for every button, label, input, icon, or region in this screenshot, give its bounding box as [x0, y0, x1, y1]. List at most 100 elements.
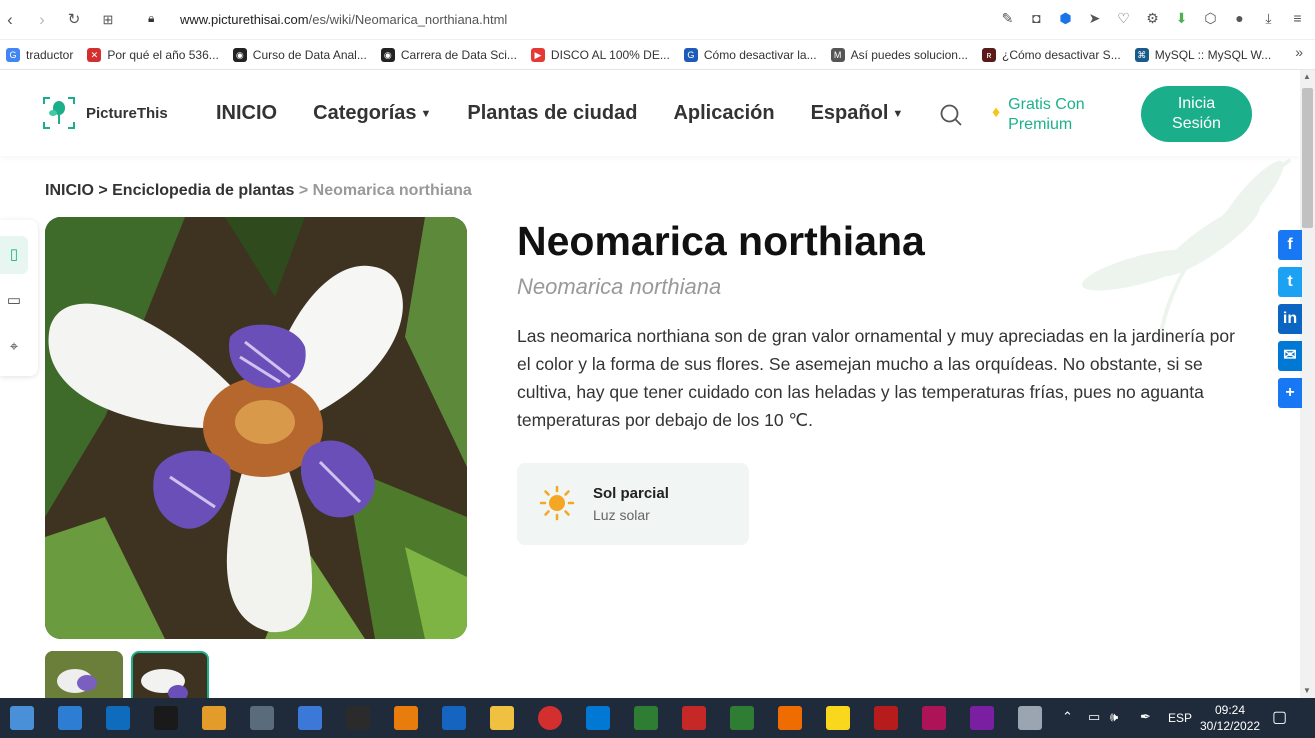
grid-icon[interactable]: ⊞ [98, 10, 118, 30]
scroll-up-icon[interactable]: ▲ [1303, 72, 1311, 81]
search-icon[interactable] [940, 104, 962, 126]
heart-icon[interactable]: ♡ [1114, 9, 1133, 28]
breadcrumb-section[interactable]: Enciclopedia de plantas [112, 182, 294, 199]
nav-idioma-label: Español [810, 102, 889, 124]
bookmark-favicon-icon: ◉ [232, 47, 247, 62]
opera-icon[interactable] [538, 706, 562, 730]
explorer-icon[interactable] [58, 706, 82, 730]
extensions-icon[interactable]: ⚙ [1143, 9, 1162, 28]
star-app-icon[interactable] [154, 706, 178, 730]
email-share-icon[interactable]: ✉ [1278, 341, 1302, 371]
outlook-icon[interactable] [106, 706, 130, 730]
filezilla-icon[interactable] [682, 706, 706, 730]
file-explorer-icon[interactable] [490, 706, 514, 730]
language-indicator[interactable]: ESP [1168, 711, 1192, 725]
info-tool-icon[interactable]: ▯ [0, 236, 28, 274]
mongodb-icon[interactable] [730, 706, 754, 730]
breadcrumb-current: Neomarica northiana [312, 182, 472, 199]
sublime-icon[interactable] [778, 706, 802, 730]
camera-app-icon[interactable] [250, 706, 274, 730]
browser-toolbar: ‹ › ↻ ⊞ 🔒︎ www.picturethisai.com/es/wiki… [0, 0, 1315, 40]
start-icon[interactable] [10, 706, 34, 730]
cube-icon[interactable]: ⬡ [1201, 9, 1220, 28]
pen-icon[interactable]: ✒ [1140, 709, 1151, 725]
breadcrumb-separator: > [93, 182, 113, 199]
address-bar[interactable]: www.picturethisai.com/es/wiki/Neomarica_… [180, 12, 507, 27]
tray-chevron-icon[interactable]: ⌃ [1062, 709, 1073, 725]
h-app-icon[interactable] [442, 706, 466, 730]
premium-line1: Gratis Con [1008, 96, 1085, 113]
clock[interactable]: 09:24 30/12/2022 [1200, 702, 1260, 734]
puzzle-icon[interactable] [874, 706, 898, 730]
care-sublabel: Luz solar [593, 507, 650, 523]
bookmark-item[interactable]: Gtraductor [6, 47, 74, 62]
nav-plantas-de-ciudad[interactable]: Plantas de ciudad [467, 102, 637, 125]
nav-idioma[interactable]: Español ▼ [811, 102, 904, 125]
scroll-down-icon[interactable]: ▼ [1303, 686, 1311, 695]
bookmark-item[interactable]: ◉ Carrera de Data Sci... [380, 47, 517, 62]
url-domain: www.picturethisai.com [180, 12, 309, 27]
vscode-icon[interactable] [586, 706, 610, 730]
notifications-icon[interactable]: ▢ [1272, 707, 1287, 727]
ubuntu-icon[interactable] [394, 706, 418, 730]
nav-aplicacion[interactable]: Aplicación [673, 102, 774, 125]
facebook-share-icon[interactable]: f [1278, 230, 1302, 260]
bookmark-item[interactable]: ◉ Curso de Data Anal... [232, 47, 367, 62]
login-line2: Sesión [1172, 115, 1221, 132]
volume-icon[interactable]: 🕪︎ [1110, 709, 1118, 725]
map-tool-icon[interactable]: ⌖ [0, 328, 28, 366]
nav-categorias[interactable]: Categorías ▼ [313, 102, 431, 125]
spreadsheet-icon[interactable] [634, 706, 658, 730]
bookmark-label: Carrera de Data Sci... [400, 47, 517, 62]
bookmark-item[interactable]: M Así puedes solucion... [830, 47, 968, 62]
menu-icon[interactable]: ≡ [1288, 9, 1307, 28]
palette-icon[interactable] [922, 706, 946, 730]
bookmark-label: traductor [26, 47, 74, 62]
nav-inicio[interactable]: INICIO [216, 102, 277, 125]
bookmark-item[interactable]: G Cómo desactivar la... [683, 47, 817, 62]
page-scrollbar[interactable]: ▲ ▼ [1300, 70, 1315, 698]
camera-icon[interactable]: ◘ [1027, 9, 1046, 28]
premium-link[interactable]: ♦ Gratis Con Premium [992, 95, 1085, 135]
breadcrumb-home[interactable]: INICIO [45, 182, 94, 199]
terminal-icon[interactable] [346, 706, 370, 730]
logo[interactable]: PictureThis [42, 96, 168, 130]
bookmarks-more-icon[interactable]: » [1295, 44, 1303, 60]
calculator-icon[interactable] [298, 706, 322, 730]
windows-taskbar: ⌃ ▭ 🕪︎ ✒ ESP 09:24 30/12/2022 ▢ [0, 698, 1315, 738]
settings-icon[interactable] [1018, 706, 1042, 730]
share-share-icon[interactable]: + [1278, 378, 1302, 408]
plant-photo[interactable] [45, 217, 467, 639]
color-app-icon[interactable] [970, 706, 994, 730]
linkedin-share-icon[interactable]: in [1278, 304, 1302, 334]
bookmarks-app-icon[interactable] [826, 706, 850, 730]
bookmark-item[interactable]: ⌘ MySQL :: MySQL W... [1134, 47, 1271, 62]
plant-title: Neomarica northiana [517, 218, 925, 264]
reload-icon[interactable]: ↻ [64, 10, 84, 30]
care-card-sunlight: Sol parcial Luz solar [517, 463, 749, 545]
download-icon[interactable]: ⤓ [1259, 9, 1278, 28]
battery-icon[interactable]: ▭ [1088, 709, 1100, 725]
care-tool-icon[interactable]: ▭ [0, 282, 28, 320]
scrollbar-thumb[interactable] [1302, 88, 1313, 228]
lock-icon[interactable]: 🔒︎ [148, 11, 154, 26]
bookmark-label: DISCO AL 100% DE... [550, 47, 670, 62]
edit-icon[interactable]: ✎ [998, 9, 1017, 28]
login-button[interactable]: Inicia Sesión [1141, 86, 1252, 142]
forward-icon[interactable]: › [32, 10, 52, 30]
shield-icon[interactable]: ⬢ [1056, 9, 1075, 28]
bookmark-item[interactable]: ▶ DISCO AL 100% DE... [530, 47, 670, 62]
bookmark-item[interactable]: ʀ ¿Cómo desactivar S... [981, 47, 1121, 62]
back-icon[interactable]: ‹ [0, 10, 20, 30]
download-green-icon[interactable]: ⬇ [1172, 9, 1191, 28]
send-icon[interactable]: ➤ [1085, 9, 1104, 28]
thumbnail-selected[interactable] [131, 651, 209, 701]
bookmark-favicon-icon: ▶ [530, 47, 545, 62]
twitter-share-icon[interactable]: t [1278, 267, 1302, 297]
bookmark-item[interactable]: ✕ Por qué el año 536... [87, 47, 219, 62]
breadcrumb-separator: > [294, 182, 313, 199]
thumbnail[interactable] [45, 651, 123, 701]
care-label: Sol parcial [593, 485, 669, 502]
avatar[interactable]: ● [1230, 9, 1249, 28]
paint-icon[interactable] [202, 706, 226, 730]
